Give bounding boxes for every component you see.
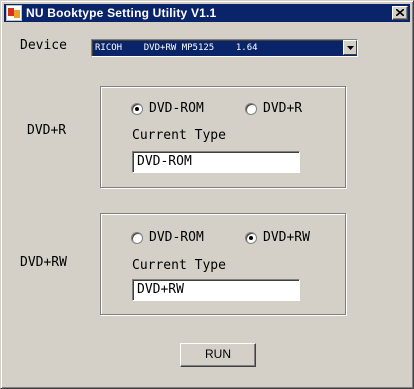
device-selected-value: RICOH DVD+RW MP5125 1.64	[95, 43, 258, 53]
radio-selected-icon	[131, 102, 143, 115]
window-title: NU Booktype Setting Utility V1.1	[26, 6, 217, 20]
app-icon	[6, 5, 22, 21]
radio-unselected-icon	[131, 231, 143, 244]
title-bar[interactable]: NU Booktype Setting Utility V1.1	[4, 4, 410, 22]
dvd-r-current-type-label: Current Type	[132, 128, 226, 143]
dvd-rw-label: DVD+RW	[20, 255, 67, 270]
dvd-r-option-dvd-rom[interactable]: DVD-ROM	[131, 101, 204, 116]
dvd-rw-current-type-label: Current Type	[132, 258, 226, 273]
close-button[interactable]	[392, 6, 408, 20]
dvd-rw-option-dvd-rw[interactable]: DVD+RW	[245, 230, 310, 245]
dvd-r-label: DVD+R	[27, 123, 67, 138]
dvd-rw-option-dvd-rom[interactable]: DVD-ROM	[131, 230, 204, 245]
dropdown-button[interactable]	[343, 40, 357, 55]
radio-selected-icon	[245, 231, 257, 244]
dvd-r-current-type-field: DVD-ROM	[132, 151, 300, 173]
dvd-r-option-dvd-r[interactable]: DVD+R	[245, 101, 302, 116]
radio-unselected-icon	[245, 102, 257, 115]
close-icon	[396, 9, 404, 16]
device-label: Device	[20, 38, 67, 53]
device-select[interactable]: RICOH DVD+RW MP5125 1.64	[91, 39, 358, 57]
run-button[interactable]: RUN	[180, 343, 256, 367]
app-window: NU Booktype Setting Utility V1.1 Device …	[0, 0, 414, 389]
dvd-rw-current-type-field: DVD+RW	[132, 279, 300, 301]
chevron-down-icon	[347, 46, 354, 50]
